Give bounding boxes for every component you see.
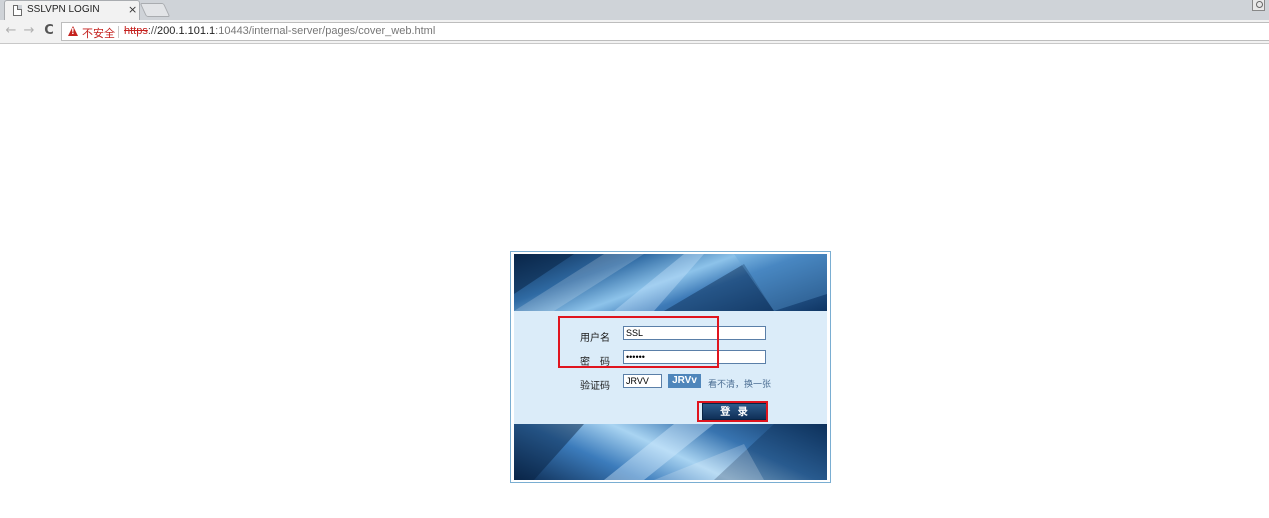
address-bar[interactable]: 不安全 https://200.1.101.1:10443/internal-s… <box>61 22 1269 41</box>
url-text[interactable]: https://200.1.101.1:10443/internal-serve… <box>124 25 435 37</box>
footer-banner-image <box>514 424 827 480</box>
captcha-image[interactable]: JRVv <box>668 374 701 388</box>
new-tab-button[interactable] <box>139 3 171 17</box>
captcha-label: 验证码 <box>580 381 610 392</box>
credentials-highlight-box <box>558 316 719 368</box>
url-path: :10443/internal-server/pages/cover_web.h… <box>215 25 436 37</box>
divider <box>118 26 119 38</box>
tab-title: SSLVPN LOGIN <box>27 4 100 15</box>
url-separator: :// <box>147 25 158 37</box>
login-button-highlight-box <box>697 401 768 422</box>
tab-strip: SSLVPN LOGIN × <box>0 0 1269 20</box>
warning-icon[interactable] <box>68 26 78 36</box>
document-icon <box>13 5 22 16</box>
refresh-captcha-link[interactable]: 看不清，换一张 <box>708 377 771 390</box>
browser-toolbar: ← → C 不安全 https://200.1.101.1:10443/inte… <box>0 20 1269 44</box>
profile-icon[interactable] <box>1252 0 1265 11</box>
reload-icon[interactable]: C <box>41 23 57 39</box>
captcha-input[interactable]: JRVV <box>623 374 662 388</box>
url-host: 200.1.101.1 <box>157 25 216 37</box>
security-status[interactable]: 不安全 <box>82 25 115 41</box>
header-banner-image <box>514 254 827 311</box>
tab-sslvpn-login[interactable]: SSLVPN LOGIN × <box>4 0 140 20</box>
back-arrow-icon[interactable]: ← <box>3 23 19 39</box>
forward-arrow-icon[interactable]: → <box>21 23 37 39</box>
url-scheme: https <box>124 25 148 37</box>
close-icon[interactable]: × <box>128 2 137 18</box>
